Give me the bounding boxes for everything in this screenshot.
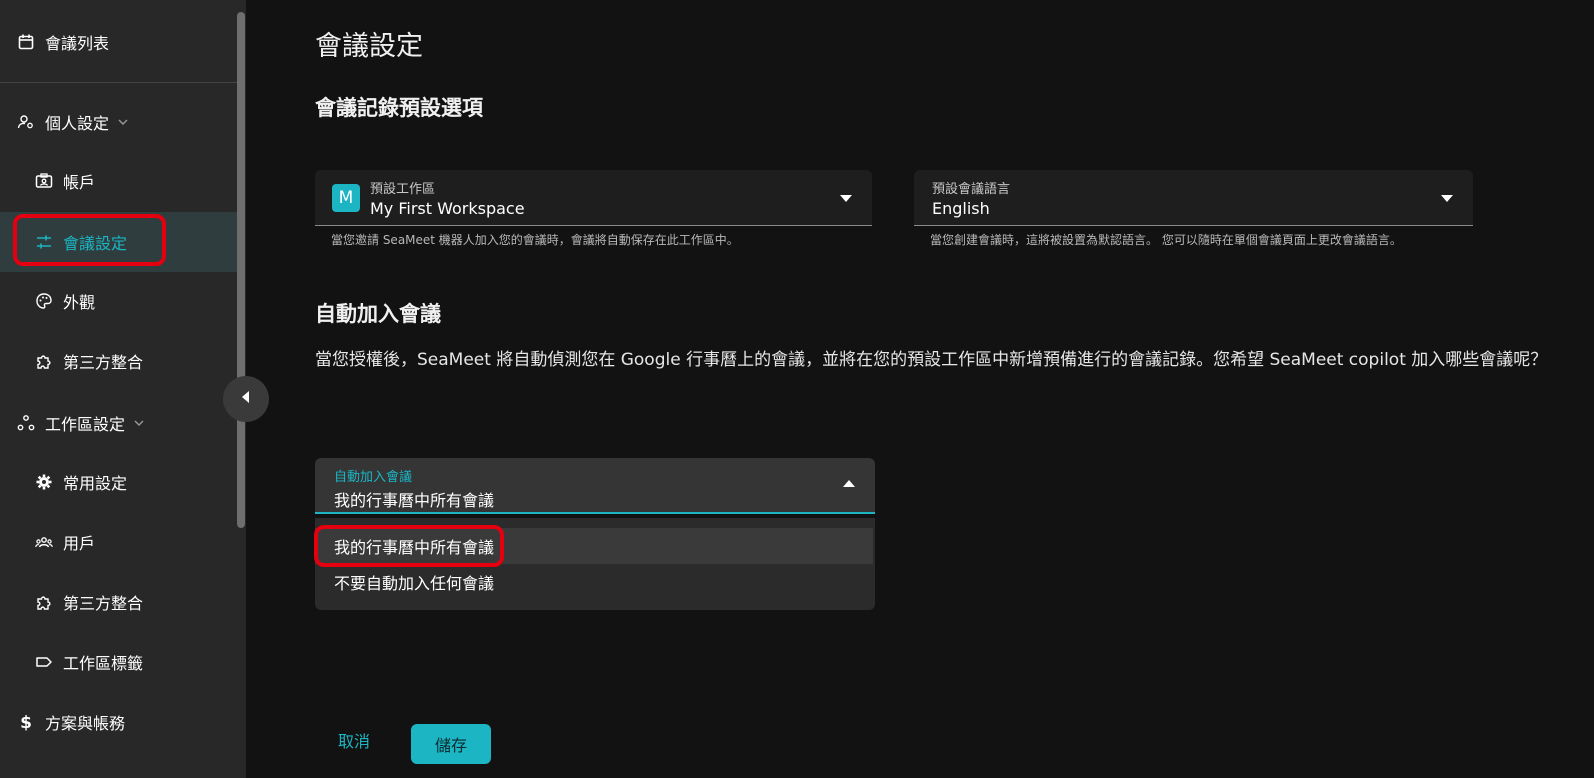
sidebar-item-label: 第三方整合 [63, 594, 144, 613]
menu-item-no-meetings[interactable]: 不要自動加入任何會議 [315, 564, 875, 600]
tune-icon [35, 233, 53, 251]
sidebar-item-general-settings[interactable]: 常用設定 [0, 452, 238, 512]
select-value: 我的行事曆中所有會議 [334, 491, 495, 510]
default-workspace-select[interactable]: M 預設工作區 My First Workspace [315, 170, 872, 226]
sidebar-item-label: 第三方整合 [63, 353, 144, 372]
sidebar-item-label: 個人設定 [45, 114, 110, 133]
gear-icon [35, 473, 53, 491]
puzzle-icon [35, 352, 53, 370]
chevron-down-icon [133, 417, 145, 429]
language-helper-text: 當您創建會議時，這將被設置為默認語言。 您可以隨時在單個會議頁面上更改會議語言。 [930, 233, 1402, 247]
sidebar-item-integrations-personal[interactable]: 第三方整合 [0, 331, 238, 391]
sidebar-item-appearance[interactable]: 外觀 [0, 271, 238, 331]
select-label: 預設工作區 [370, 182, 436, 197]
sidebar-item-workspace-labels[interactable]: 工作區標籤 [0, 632, 238, 692]
section-title-defaults: 會議記錄預設選項 [315, 96, 483, 120]
group-icon [35, 533, 53, 551]
page-title: 會議設定 [315, 31, 423, 62]
calendar-icon [17, 33, 35, 51]
id-card-icon [35, 172, 53, 190]
sidebar-item-label: 工作區設定 [45, 415, 126, 434]
menu-item-all-meetings[interactable]: 我的行事曆中所有會議 [315, 528, 873, 564]
sidebar-divider [0, 82, 238, 83]
workspace-avatar: M [332, 184, 360, 212]
sidebar-item-label: 外觀 [63, 293, 96, 312]
palette-icon [35, 292, 53, 310]
sidebar-scrollbar[interactable] [237, 12, 245, 528]
sidebar-item-personal-settings[interactable]: 個人設定 [0, 92, 238, 152]
select-value: English [932, 199, 990, 218]
select-value: My First Workspace [370, 199, 525, 218]
sidebar-item-integrations-workspace[interactable]: 第三方整合 [0, 572, 238, 632]
main-content: 會議設定 會議記錄預設選項 M 預設工作區 My First Workspace… [246, 0, 1594, 778]
cancel-button[interactable]: 取消 [338, 728, 370, 752]
autojoin-description: 當您授權後，SeaMeet 將自動偵測您在 Google 行事曆上的會議，並將在… [315, 350, 1548, 370]
autojoin-options-menu: 我的行事曆中所有會議 不要自動加入任何會議 [315, 518, 875, 610]
puzzle-icon [35, 593, 53, 611]
sidebar-item-label: 工作區標籤 [63, 654, 144, 673]
sidebar-item-meeting-settings[interactable]: 會議設定 [0, 212, 238, 272]
sidebar-item-label: 會議列表 [45, 34, 110, 53]
sidebar-item-label: 常用設定 [63, 474, 128, 493]
sidebar-item-meetings-list[interactable]: 會議列表 [0, 12, 238, 72]
workspace-nodes-icon [17, 414, 35, 432]
workspace-helper-text: 當您邀請 SeaMeet 機器人加入您的會議時，會議將自動保存在此工作區中。 [331, 233, 739, 247]
svg-text:$: $ [20, 713, 32, 731]
sidebar-item-workspace-settings[interactable]: 工作區設定 [0, 393, 238, 453]
sidebar-item-label: 用戶 [63, 534, 96, 553]
chevron-down-icon [117, 116, 129, 128]
caret-down-icon [1441, 195, 1453, 202]
dollar-icon: $ [17, 713, 35, 731]
sidebar-item-label: 方案與帳務 [45, 714, 126, 733]
label-icon [35, 653, 53, 671]
sidebar-item-label: 會議設定 [63, 234, 128, 253]
caret-down-icon [840, 195, 852, 202]
sidebar-item-label: 帳戶 [63, 173, 96, 192]
sidebar-item-users[interactable]: 用戶 [0, 512, 238, 572]
sidebar-item-plans-billing[interactable]: $ 方案與帳務 [0, 692, 238, 752]
select-label: 自動加入會議 [334, 470, 413, 485]
default-language-select[interactable]: 預設會議語言 English [914, 170, 1473, 226]
select-label: 預設會議語言 [932, 182, 1011, 197]
user-settings-icon [17, 113, 35, 131]
sidebar-item-account[interactable]: 帳戶 [0, 151, 238, 211]
caret-up-icon [843, 480, 855, 487]
save-button[interactable]: 儲存 [411, 724, 491, 764]
section-title-autojoin: 自動加入會議 [315, 302, 441, 326]
sidebar: 會議列表 個人設定 帳戶 會議設定 外觀 第三方整合 工作區設定 常用設定 用戶… [0, 0, 246, 778]
autojoin-select[interactable]: 自動加入會議 我的行事曆中所有會議 [315, 458, 875, 514]
